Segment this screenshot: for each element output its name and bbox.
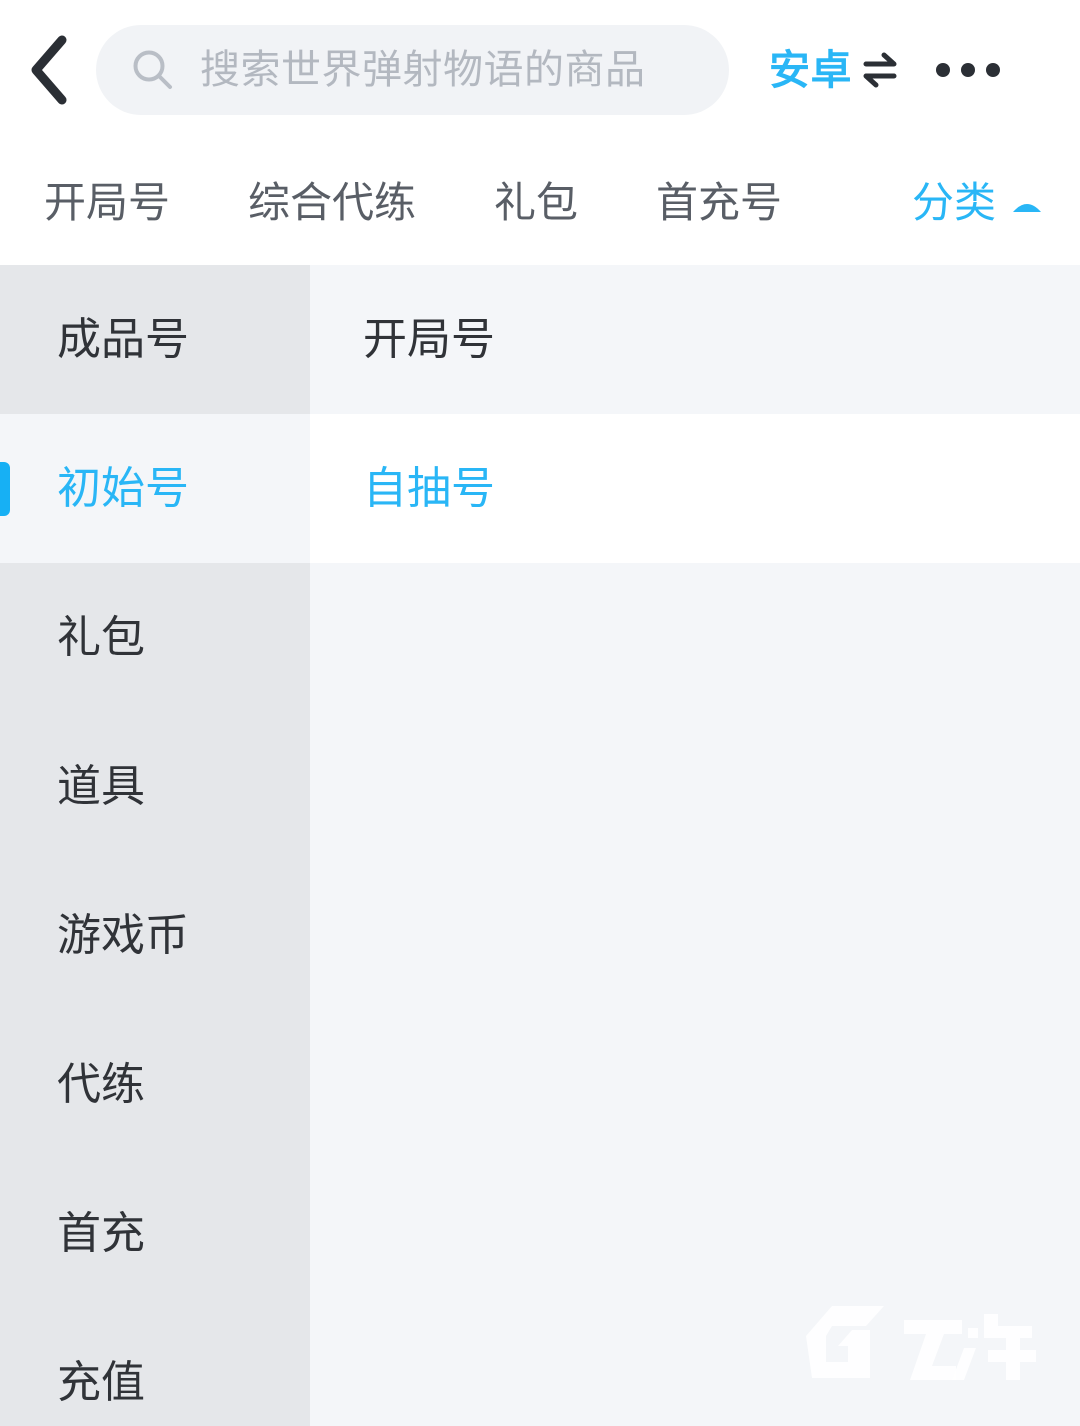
category-dropdown-panel: 成品号 初始号 礼包 道具 游戏币 代练 首充 充值 开局号 自抽号 bbox=[0, 265, 1080, 1426]
swap-arrows-icon bbox=[863, 52, 897, 88]
sidebar-item-daoju[interactable]: 道具 bbox=[0, 712, 310, 861]
more-options-button[interactable] bbox=[936, 0, 1000, 140]
sidebar-item-chushihao[interactable]: 初始号 bbox=[0, 414, 310, 563]
search-placeholder-text: 搜索世界弹射物语的商品 bbox=[200, 48, 646, 92]
platform-label: 安卓 bbox=[769, 46, 852, 93]
category-tabbar: 开局号 综合代练 礼包 首充号 分类 bbox=[0, 140, 1080, 265]
search-icon bbox=[133, 50, 172, 89]
tab-zonghedailian[interactable]: 综合代练 bbox=[248, 181, 416, 224]
sidebar-item-label: 成品号 bbox=[57, 314, 189, 364]
category-sidebar: 成品号 初始号 礼包 道具 游戏币 代练 首充 充值 bbox=[0, 265, 310, 1426]
subcategory-item-label: 开局号 bbox=[363, 314, 495, 364]
category-toggle-label: 分类 bbox=[911, 178, 996, 226]
sidebar-item-shouchong[interactable]: 首充 bbox=[0, 1159, 310, 1308]
subcategory-item-label: 自抽号 bbox=[363, 463, 495, 513]
sidebar-item-label: 道具 bbox=[57, 761, 145, 811]
sidebar-item-label: 初始号 bbox=[57, 463, 189, 513]
tab-list: 开局号 综合代练 礼包 首充号 bbox=[0, 181, 782, 224]
sidebar-item-label: 代练 bbox=[57, 1059, 145, 1109]
sidebar-item-libao[interactable]: 礼包 bbox=[0, 563, 310, 712]
subcategory-item-kaijuhao[interactable]: 开局号 bbox=[310, 265, 1080, 414]
more-horizontal-icon-dot-2 bbox=[961, 63, 975, 77]
platform-switch-button[interactable]: 安卓 bbox=[769, 0, 906, 140]
search-input[interactable]: 搜索世界弹射物语的商品 bbox=[96, 25, 729, 115]
sidebar-item-label: 游戏币 bbox=[57, 910, 189, 960]
sidebar-item-chengpinhao[interactable]: 成品号 bbox=[0, 265, 310, 414]
more-horizontal-icon-dot-1 bbox=[936, 63, 950, 77]
caret-up-icon bbox=[1013, 203, 1041, 212]
active-indicator-bar bbox=[0, 461, 10, 516]
sidebar-item-label: 充值 bbox=[57, 1357, 145, 1407]
back-button[interactable] bbox=[0, 0, 96, 140]
sidebar-item-youxibi[interactable]: 游戏币 bbox=[0, 861, 310, 1010]
sidebar-item-chongzhi[interactable]: 充值 bbox=[0, 1308, 310, 1426]
sidebar-item-dailian[interactable]: 代练 bbox=[0, 1010, 310, 1159]
subcategory-list: 开局号 自抽号 bbox=[310, 265, 1080, 1426]
category-dropdown-toggle[interactable]: 分类 bbox=[912, 140, 1044, 265]
tab-libao[interactable]: 礼包 bbox=[494, 181, 578, 224]
more-horizontal-icon-dot-3 bbox=[986, 63, 1000, 77]
app-header: 搜索世界弹射物语的商品 安卓 bbox=[0, 0, 1080, 140]
sidebar-item-label: 首充 bbox=[57, 1208, 145, 1258]
tab-kaijuhao[interactable]: 开局号 bbox=[44, 181, 170, 224]
tab-shouchonghao[interactable]: 首充号 bbox=[656, 181, 782, 224]
subcategory-item-zichouhao[interactable]: 自抽号 bbox=[310, 414, 1080, 563]
back-chevron-icon bbox=[31, 35, 67, 105]
sidebar-item-label: 礼包 bbox=[57, 612, 145, 662]
